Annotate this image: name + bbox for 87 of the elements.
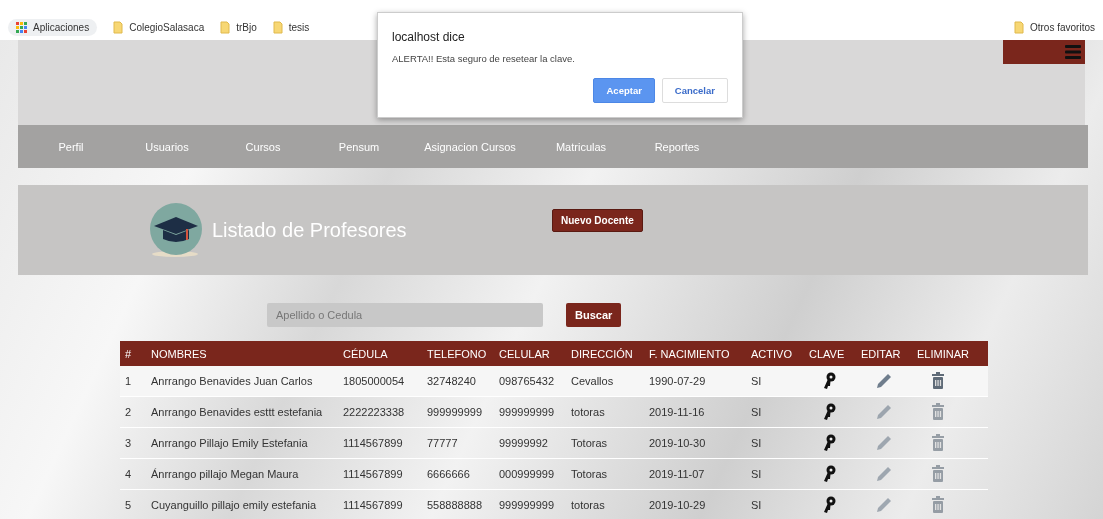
- column-header: ACTIVO: [746, 341, 804, 366]
- table-cell: 6666666: [422, 458, 494, 490]
- page-title: Listado de Profesores: [212, 218, 408, 242]
- table-cell: 1: [120, 366, 146, 397]
- table-cell: 1114567899: [338, 458, 422, 490]
- accept-button[interactable]: Aceptar: [593, 78, 655, 103]
- table-cell: Anrrango Benavides esttt estefania: [146, 396, 338, 428]
- key-icon[interactable]: [823, 496, 837, 514]
- column-header: DIRECCIÓN: [566, 341, 644, 366]
- search-button[interactable]: Buscar: [566, 303, 622, 327]
- bookmark-folder[interactable]: Otros favoritos: [1029, 21, 1095, 33]
- table-cell: 999999999: [494, 396, 566, 428]
- pencil-icon[interactable]: [875, 496, 893, 514]
- graduation-cap-icon: [148, 202, 204, 258]
- column-header: CÉDULA: [338, 341, 422, 366]
- column-header: EDITAR: [856, 341, 912, 366]
- table-cell: totoras: [566, 489, 644, 519]
- table-cell: 2019-10-30: [644, 427, 746, 459]
- trash-icon[interactable]: [931, 372, 945, 390]
- table-cell: SI: [746, 489, 804, 519]
- table-cell: Anrrango Pillajo Emily Estefania: [146, 427, 338, 459]
- table-cell: 1114567899: [338, 489, 422, 519]
- table-cell: 1805000054: [338, 366, 422, 397]
- folder-icon: [220, 20, 231, 34]
- column-header: CELULAR: [494, 341, 566, 366]
- table-cell: 999999999: [494, 489, 566, 519]
- trash-icon[interactable]: [931, 465, 945, 483]
- table-cell: SI: [746, 427, 804, 459]
- table-cell: SI: [746, 458, 804, 490]
- table-cell: totoras: [566, 396, 644, 428]
- column-header: NOMBRES: [146, 341, 338, 366]
- table-cell: 1990-07-29: [644, 366, 746, 397]
- table-cell: 4: [120, 458, 146, 490]
- column-header: ELIMINAR: [912, 341, 988, 366]
- folder-icon: [272, 20, 283, 34]
- dialog-title: localhost dice: [392, 30, 465, 44]
- column-header: F. NACIMIENTO: [644, 341, 746, 366]
- pencil-icon[interactable]: [875, 403, 893, 421]
- menu-button[interactable]: [1003, 40, 1085, 64]
- new-teacher-button[interactable]: Nuevo Docente: [552, 208, 643, 232]
- table-cell: Anrrango Benavides Juan Carlos: [146, 366, 338, 397]
- key-icon[interactable]: [823, 372, 837, 390]
- pencil-icon[interactable]: [875, 434, 893, 452]
- trash-icon[interactable]: [931, 434, 945, 452]
- table-cell: 2019-11-16: [644, 396, 746, 428]
- table-cell: 99999992: [494, 427, 566, 459]
- search-field[interactable]: Apellido o Cedula: [267, 303, 543, 327]
- table-cell: 2019-11-07: [644, 458, 746, 490]
- table-cell: Totoras: [566, 427, 644, 459]
- pencil-icon[interactable]: [875, 372, 893, 390]
- table-cell: SI: [746, 396, 804, 428]
- table-cell: 2019-10-29: [644, 489, 746, 519]
- key-icon[interactable]: [823, 403, 837, 421]
- apps-bookmark[interactable]: Aplicaciones: [8, 18, 98, 36]
- table-cell: 000999999: [494, 458, 566, 490]
- trash-icon[interactable]: [931, 403, 945, 421]
- table-cell: 2: [120, 396, 146, 428]
- table-cell: Ánrrango pillajo Megan Maura: [146, 458, 338, 490]
- table-cell: 3: [120, 427, 146, 459]
- table-cell: Cuyanguillo pillajo emily estefania: [146, 489, 338, 519]
- column-header: CLAVE: [804, 341, 856, 366]
- table-cell: SI: [746, 366, 804, 397]
- table-cell: Cevallos: [566, 366, 644, 397]
- bookmark-folder[interactable]: ColegioSalasaca: [129, 21, 205, 33]
- bookmark-folder[interactable]: tesis: [288, 21, 310, 33]
- cancel-button[interactable]: Cancelar: [661, 78, 728, 103]
- folder-icon: [1013, 20, 1024, 34]
- key-icon[interactable]: [823, 434, 837, 452]
- key-icon[interactable]: [823, 465, 837, 483]
- table-cell: 32748240: [422, 366, 494, 397]
- table-cell: Totoras: [566, 458, 644, 490]
- column-header: #: [120, 341, 146, 366]
- column-header: TELEFONO: [422, 341, 494, 366]
- bookmark-folder[interactable]: trBjo: [236, 21, 257, 33]
- apps-grid-icon: [16, 21, 27, 33]
- table-cell: 77777: [422, 427, 494, 459]
- table-cell: 999999999: [422, 396, 494, 428]
- table-cell: 558888888: [422, 489, 494, 519]
- table-cell: 098765432: [494, 366, 566, 397]
- pencil-icon[interactable]: [875, 465, 893, 483]
- folder-icon: [113, 20, 124, 34]
- dialog-message: ALERTA!! Esta seguro de resetear la clave.: [392, 53, 576, 64]
- table-cell: 2222223338: [338, 396, 422, 428]
- trash-icon[interactable]: [931, 496, 945, 514]
- menu-icon: [1065, 45, 1081, 59]
- table-cell: 5: [120, 489, 146, 519]
- table-cell: 1114567899: [338, 427, 422, 459]
